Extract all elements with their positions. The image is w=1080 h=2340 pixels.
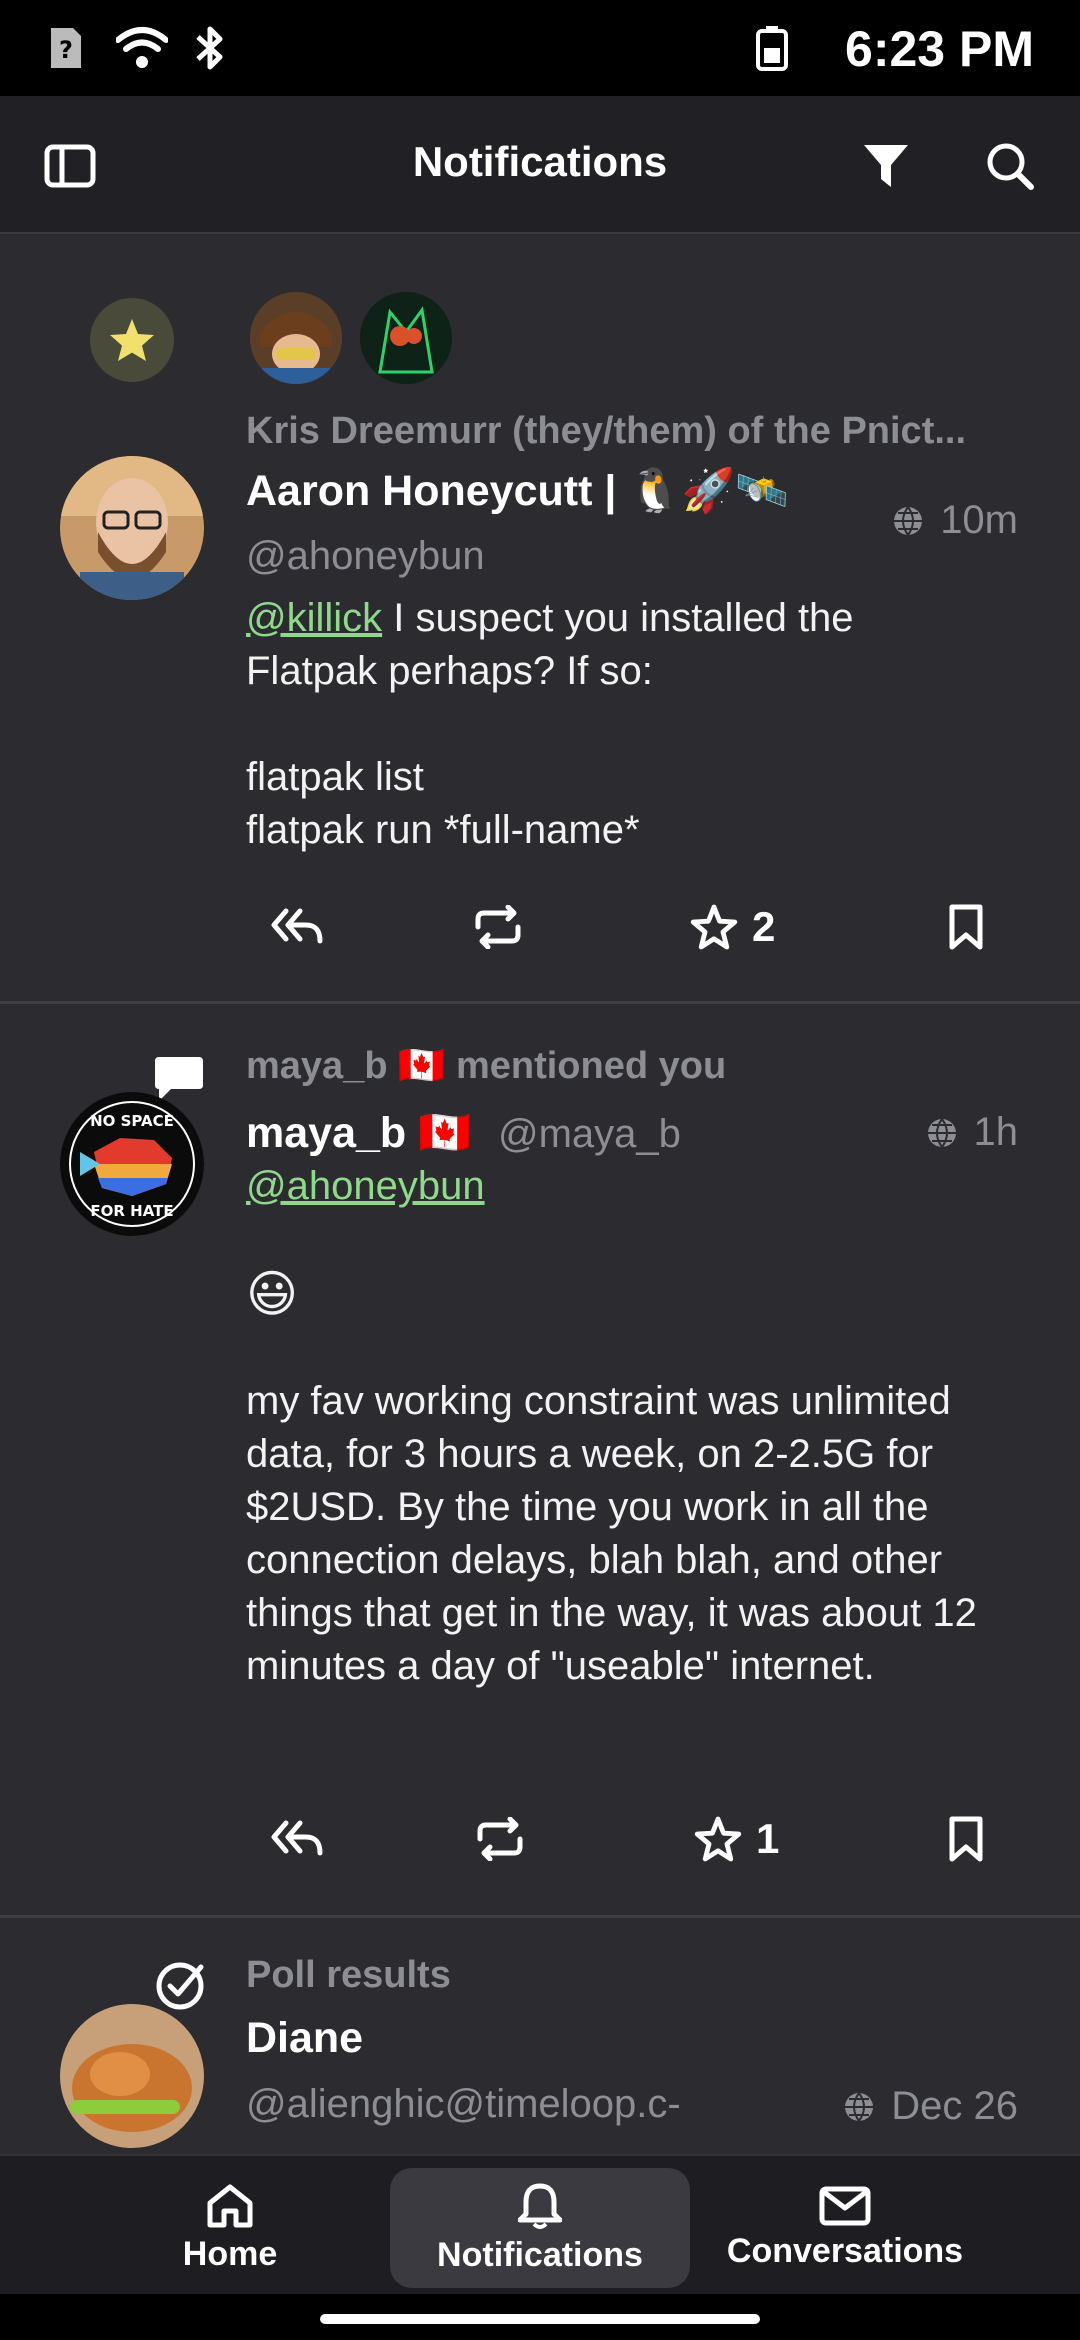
avatar[interactable] bbox=[60, 2004, 204, 2148]
post-emoji: 😃 bbox=[246, 1266, 299, 1322]
battery-icon bbox=[752, 24, 792, 72]
author-display-name[interactable]: maya_b 🇨🇦 bbox=[246, 1108, 472, 1158]
mention-link[interactable]: @killick bbox=[246, 596, 382, 640]
reply-button[interactable] bbox=[270, 892, 324, 962]
search-icon[interactable] bbox=[978, 134, 1042, 198]
boost-button[interactable] bbox=[474, 1804, 526, 1874]
bookmark-button[interactable] bbox=[946, 892, 986, 962]
post-time: 1h bbox=[973, 1110, 1019, 1154]
post-meta: 1h bbox=[926, 1110, 1019, 1155]
star-outline-icon bbox=[694, 1816, 742, 1862]
star-icon bbox=[90, 298, 174, 382]
globe-icon bbox=[927, 1117, 956, 1149]
reply-button[interactable] bbox=[270, 1804, 324, 1874]
boost-icon bbox=[477, 1817, 523, 1861]
status-bar: ? 6:23 PM bbox=[0, 0, 1080, 96]
notification-feed[interactable]: Kris Dreemurr (they/them) of the Pnict..… bbox=[0, 236, 1080, 2154]
post-text: I suspect you installed the bbox=[382, 596, 854, 640]
favouriter-avatar[interactable] bbox=[360, 292, 452, 384]
status-time: 6:23 PM bbox=[845, 21, 1034, 77]
page-title: Notifications bbox=[412, 138, 668, 185]
home-icon bbox=[207, 2184, 253, 2227]
globe-icon bbox=[894, 505, 923, 537]
bell-icon bbox=[518, 2183, 562, 2229]
nav-home[interactable]: Home bbox=[140, 2168, 320, 2288]
svg-text:FOR HATE: FOR HATE bbox=[90, 1202, 173, 1220]
post-content[interactable]: @ahoneybun 😃 my fav working constraint w… bbox=[246, 1160, 1026, 1693]
favourite-count: 1 bbox=[756, 1815, 780, 1862]
post-text: flatpak list bbox=[246, 755, 424, 799]
notification-context: maya_b 🇨🇦 mentioned you bbox=[246, 1045, 727, 1087]
post-text: flatpak run *full-name* bbox=[246, 808, 640, 852]
notification-card-favourite[interactable]: Kris Dreemurr (they/them) of the Pnict..… bbox=[0, 236, 1080, 1004]
favourite-button[interactable]: 2 bbox=[690, 892, 775, 962]
post-meta: 10m bbox=[892, 498, 1018, 543]
notification-context: Kris Dreemurr (they/them) of the Pnict..… bbox=[246, 410, 967, 452]
author-handle[interactable]: @maya_b bbox=[498, 1112, 681, 1157]
nav-notifications[interactable]: Notifications bbox=[390, 2168, 690, 2288]
svg-text:NO SPACE: NO SPACE bbox=[90, 1112, 174, 1130]
mail-icon bbox=[819, 2186, 871, 2225]
reply-all-icon bbox=[271, 908, 323, 944]
notification-card-mention[interactable]: maya_b 🇨🇦 mentioned you NO SPACE FOR HATE… bbox=[0, 1004, 1080, 1918]
filter-icon[interactable] bbox=[854, 134, 918, 198]
bookmark-button[interactable] bbox=[946, 1804, 986, 1874]
gesture-handle[interactable] bbox=[320, 2314, 760, 2324]
favouriter-avatar[interactable] bbox=[250, 292, 342, 384]
post-actions: 1 bbox=[246, 1804, 1016, 1874]
nav-conversations[interactable]: Conversations bbox=[720, 2168, 970, 2288]
nav-label: Home bbox=[182, 2234, 278, 2273]
avatar[interactable] bbox=[60, 456, 204, 600]
favourite-count: 2 bbox=[752, 903, 776, 950]
svg-text:?: ? bbox=[59, 36, 73, 64]
notification-context: Poll results bbox=[246, 1954, 451, 1996]
author-handle[interactable]: @alienghic@timeloop.c- bbox=[246, 2082, 681, 2127]
app-bar: Notifications bbox=[0, 96, 1080, 234]
favourite-button[interactable]: 1 bbox=[694, 1804, 779, 1874]
star-outline-icon bbox=[690, 904, 738, 950]
post-time: Dec 26 bbox=[891, 2084, 1018, 2128]
post-content[interactable]: @killick I suspect you installed the Fla… bbox=[246, 592, 1026, 857]
globe-icon bbox=[845, 2091, 874, 2123]
reply-all-icon bbox=[271, 1820, 323, 1856]
post-text: my fav working constraint was unlimited … bbox=[246, 1379, 977, 1688]
boost-icon bbox=[475, 905, 521, 949]
gesture-bar bbox=[0, 2294, 1080, 2340]
author-display-name[interactable]: Aaron Honeycutt | 🐧🚀🛰️ bbox=[246, 466, 789, 516]
post-text: Flatpak perhaps? If so: bbox=[246, 649, 653, 693]
boost-button[interactable] bbox=[472, 892, 524, 962]
post-time: 10m bbox=[940, 498, 1018, 542]
check-circle-icon bbox=[154, 1960, 206, 2012]
speech-bubble-icon bbox=[152, 1054, 206, 1104]
author-handle[interactable]: @ahoneybun bbox=[246, 534, 485, 579]
notification-card-poll[interactable]: Poll results Diane @alienghic@timeloop.c… bbox=[0, 1918, 1080, 2154]
nav-label: Notifications bbox=[437, 2235, 643, 2274]
bookmark-icon bbox=[949, 904, 983, 950]
bluetooth-icon bbox=[192, 24, 228, 72]
bottom-navigation: Home Notifications Conversations bbox=[0, 2154, 1080, 2294]
wifi-icon bbox=[116, 24, 168, 72]
avatar[interactable]: NO SPACE FOR HATE bbox=[60, 1092, 204, 1236]
sim-unknown-icon: ? bbox=[46, 24, 86, 72]
post-meta: Dec 26 bbox=[843, 2084, 1018, 2129]
post-actions: 2 bbox=[246, 892, 1016, 962]
nav-label: Conversations bbox=[726, 2231, 964, 2270]
bookmark-icon bbox=[949, 1816, 983, 1862]
mention-link[interactable]: @ahoneybun bbox=[246, 1164, 485, 1208]
author-display-name[interactable]: Diane bbox=[246, 2014, 363, 2063]
